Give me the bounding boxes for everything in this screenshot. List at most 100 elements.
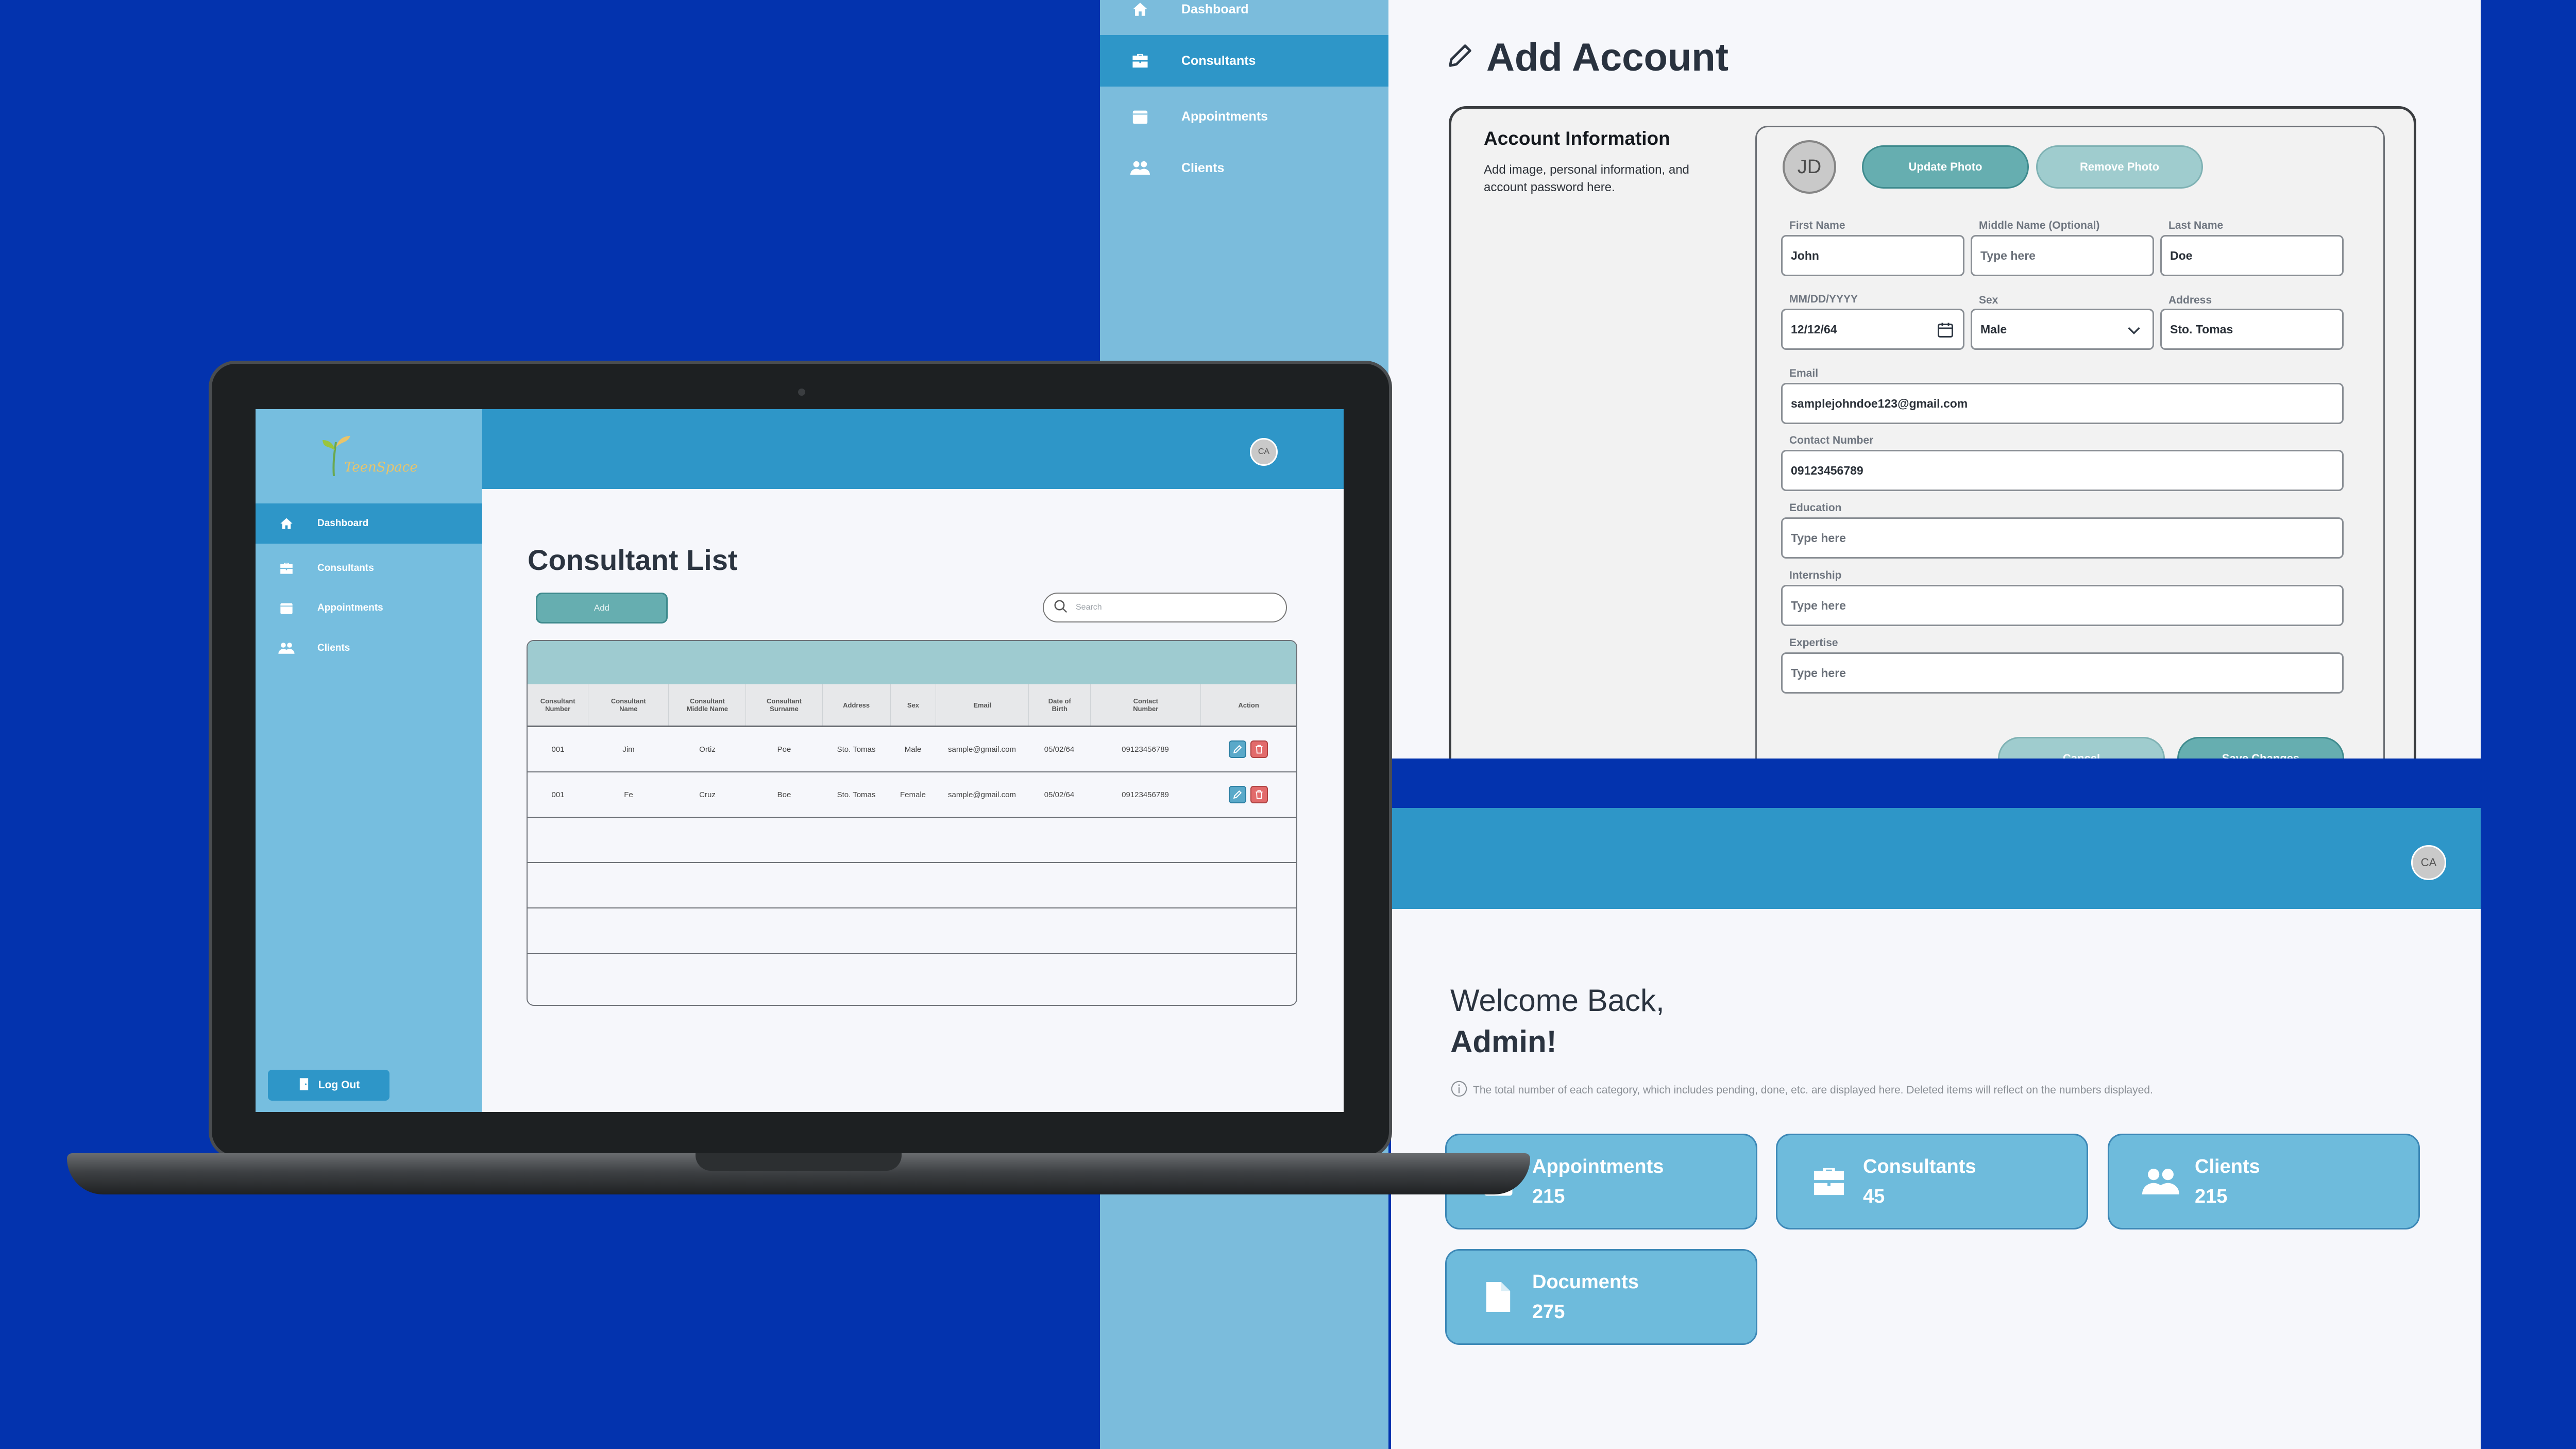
door-icon [298,1077,310,1094]
search-placeholder: Search [1076,603,1102,612]
cell: Sto. Tomas [837,790,876,799]
last-name-field[interactable]: Doe [2160,235,2344,276]
dob-value: 12/12/64 [1791,322,1837,336]
save-changes-button[interactable]: Save Changes [2177,737,2344,759]
email-field[interactable]: samplejohndoe123@gmail.com [1781,383,2344,424]
contact-number-field[interactable]: 09123456789 [1781,450,2344,491]
internship-field[interactable]: Type here [1781,585,2344,626]
stat-value: 45 [1863,1186,1885,1207]
users-icon [2142,1163,2179,1200]
stat-text: Clients 215 [2195,1152,2260,1211]
add-button[interactable]: Add [536,593,668,624]
right-sidebar-item-dashboard[interactable]: Dashboard [1100,0,1388,35]
dashboard-header: CA [1391,808,2481,909]
stat-card-consultants[interactable]: Consultants 45 [1776,1134,2088,1229]
laptop-base [67,1153,1530,1194]
middle-name-field[interactable]: Type here [1971,235,2154,276]
edit-icon[interactable] [1229,740,1246,758]
cell: Boe [777,790,791,799]
cell: 09123456789 [1122,745,1169,754]
update-photo-button[interactable]: Update Photo [1862,145,2029,189]
stat-text: Appointments 215 [1532,1152,1664,1211]
laptop-sidebar-item-dashboard[interactable]: Dashboard [256,503,482,544]
avatar[interactable]: CA [1250,438,1278,466]
edit-icon[interactable] [1229,786,1246,803]
cell: Male [904,745,922,754]
page-title: Add Account [1445,35,1728,80]
stat-label: Consultants [1863,1156,1976,1177]
dob-field[interactable]: 12/12/64 [1781,309,1964,350]
users-icon [1130,158,1150,178]
stat-value: 215 [1532,1186,1565,1207]
chevron-down-icon [2125,322,2143,343]
middle-name-label: Middle Name (Optional) [1979,220,2100,231]
stat-text: Documents 275 [1532,1267,1639,1327]
first-name-label: First Name [1789,220,1845,231]
column-header: Consultant Middle Name [669,684,747,726]
column-header: Address [823,684,891,726]
section-title: Account Information [1484,128,1670,149]
empty-table-row [528,954,1296,998]
address-label: Address [2168,294,2212,306]
logo: TeenSpace [312,430,426,486]
internship-label: Internship [1789,569,1842,581]
cell: sample@gmail.com [948,745,1016,754]
right-sidebar-label: Dashboard [1181,2,1249,16]
table-top-band [528,641,1296,684]
empty-table-row [528,908,1296,954]
laptop-notch [696,1153,902,1171]
cell: 09123456789 [1122,790,1169,799]
add-account-panel: Add Account Account Information Add imag… [1388,0,2481,759]
table-row[interactable]: 001 Jim Ortiz Poe Sto. Tomas Male sample… [528,727,1296,772]
calendar-icon [276,598,297,618]
sex-select[interactable]: Male [1971,309,2154,350]
cell: 001 [551,745,565,754]
stat-card-clients[interactable]: Clients 215 [2108,1134,2420,1229]
column-header: Consultant Name [588,684,669,726]
stat-label: Documents [1532,1271,1639,1293]
welcome-line-1: Welcome Back, [1450,983,1665,1018]
right-sidebar-label: Consultants [1181,53,1256,68]
cell: 05/02/64 [1044,745,1075,754]
column-header: Sex [891,684,937,726]
remove-photo-button[interactable]: Remove Photo [2036,145,2203,189]
pencil-icon [1445,35,1475,80]
laptop-sidebar-item-appointments[interactable]: Appointments [256,588,482,628]
dob-label: MM/DD/YYYY [1789,293,1858,305]
education-field[interactable]: Type here [1781,517,2344,559]
calendar-icon [1130,106,1150,127]
users-icon [276,638,297,659]
logout-button[interactable]: Log Out [268,1070,389,1101]
laptop-sidebar-item-consultants[interactable]: Consultants [256,548,482,588]
cell: 05/02/64 [1044,790,1075,799]
avatar[interactable]: JD [1783,140,1836,194]
cancel-button[interactable]: Cancel [1998,737,2165,759]
right-sidebar-label: Clients [1181,160,1225,175]
trash-icon[interactable] [1250,740,1268,758]
page-title-text: Add Account [1486,36,1729,79]
stat-card-documents[interactable]: Documents 275 [1445,1249,1757,1345]
home-icon [276,513,297,534]
table-row[interactable]: 001 Fe Cruz Boe Sto. Tomas Female sample… [528,772,1296,818]
expertise-field[interactable]: Type here [1781,652,2344,694]
search-input[interactable]: Search [1043,593,1287,622]
column-header: Contact Number [1091,684,1201,726]
right-sidebar-item-consultants[interactable]: Consultants [1100,35,1388,87]
address-field[interactable]: Sto. Tomas [2160,309,2344,350]
avatar[interactable]: CA [2411,845,2446,880]
trash-icon[interactable] [1250,786,1268,803]
search-icon [1053,599,1069,617]
right-sidebar-item-appointments[interactable]: Appointments [1100,91,1388,142]
sidebar-label: Consultants [317,563,374,574]
first-name-field[interactable]: John [1781,235,1964,276]
stat-value: 215 [2195,1186,2228,1207]
calendar-icon[interactable] [1936,321,1955,342]
info-note: The total number of each category, which… [1450,1080,2153,1100]
laptop-sidebar-item-clients[interactable]: Clients [256,628,482,668]
right-sidebar-item-clients[interactable]: Clients [1100,142,1388,194]
laptop-screen: TeenSpace Dashboard Consultants Appointm… [256,409,1344,1112]
info-note-text: The total number of each category, which… [1473,1084,2153,1096]
right-sidebar-label: Appointments [1181,109,1268,124]
camera-dot [798,389,805,396]
document-icon [1480,1278,1517,1316]
